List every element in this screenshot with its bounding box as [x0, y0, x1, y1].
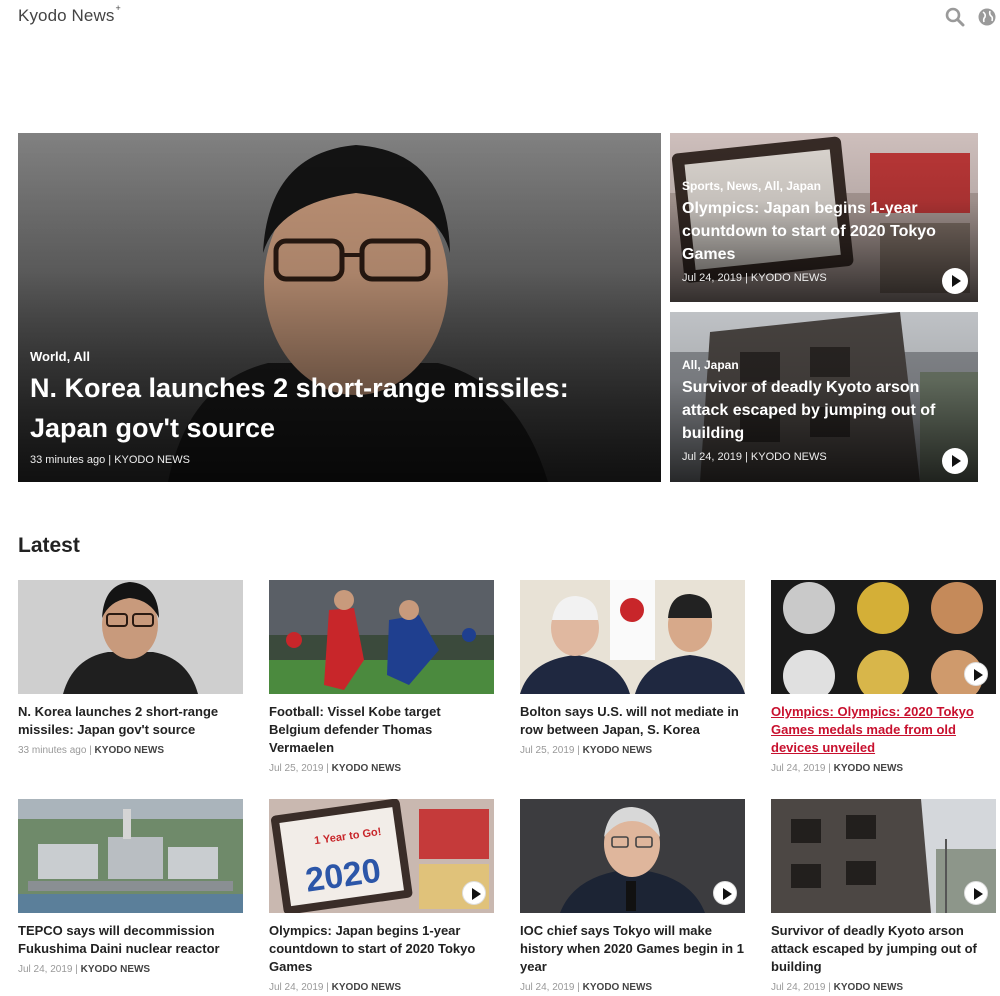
globe-icon[interactable] — [977, 7, 997, 27]
latest-card[interactable]: IOC chief says Tokyo will make history w… — [520, 799, 745, 993]
latest-card[interactable]: Football: Vissel Kobe target Belgium def… — [269, 580, 494, 774]
story-categories[interactable]: All, Japan — [682, 358, 964, 372]
latest-thumbnail[interactable] — [18, 580, 243, 694]
play-icon[interactable] — [942, 268, 968, 294]
latest-meta: 33 minutes ago | KYODO NEWS — [18, 745, 164, 756]
story-headline[interactable]: N. Korea launches 2 short-range missiles… — [30, 368, 647, 448]
play-icon[interactable] — [964, 662, 988, 686]
story-categories[interactable]: Sports, News, All, Japan — [682, 179, 964, 193]
latest-headline[interactable]: IOC chief says Tokyo will make history w… — [520, 922, 745, 976]
latest-heading: Latest — [18, 534, 80, 557]
latest-meta: Jul 25, 2019 | KYODO NEWS — [520, 745, 653, 756]
latest-thumbnail[interactable] — [771, 580, 996, 694]
latest-headline[interactable]: Football: Vissel Kobe target Belgium def… — [269, 703, 494, 757]
search-icon[interactable] — [945, 7, 965, 27]
site-header: Kyodo News+ — [0, 0, 1000, 34]
latest-headline[interactable]: N. Korea launches 2 short-range missiles… — [18, 703, 243, 739]
latest-card[interactable]: Survivor of deadly Kyoto arson attack es… — [771, 799, 996, 993]
latest-meta: Jul 24, 2019 | KYODO NEWS — [18, 964, 151, 975]
latest-card[interactable]: Bolton says U.S. will not mediate in row… — [520, 580, 745, 756]
latest-headline[interactable]: TEPCO says will decommission Fukushima D… — [18, 922, 243, 958]
play-icon[interactable] — [964, 881, 988, 905]
site-logo[interactable]: Kyodo News+ — [18, 3, 121, 26]
latest-meta: Jul 24, 2019 | KYODO NEWS — [771, 982, 904, 993]
latest-headline[interactable]: Olympics: Olympics: 2020 Tokyo Games med… — [771, 703, 996, 757]
latest-thumbnail[interactable] — [269, 580, 494, 694]
latest-card[interactable]: Olympics: Olympics: 2020 Tokyo Games med… — [771, 580, 996, 774]
latest-card[interactable]: N. Korea launches 2 short-range missiles… — [18, 580, 243, 756]
latest-thumbnail[interactable] — [520, 580, 745, 694]
story-headline[interactable]: Olympics: Japan begins 1-year countdown … — [682, 197, 964, 266]
latest-card[interactable]: TEPCO says will decommission Fukushima D… — [18, 799, 243, 975]
latest-meta: Jul 24, 2019 | KYODO NEWS — [771, 763, 904, 774]
story-meta: Jul 24, 2019 | KYODO NEWS — [682, 272, 827, 284]
latest-card[interactable]: 1 Year to Go! 2020 Olympics: Japan begins… — [269, 799, 494, 993]
story-categories[interactable]: World, All — [30, 349, 647, 364]
story-meta: 33 minutes ago | KYODO NEWS — [30, 454, 190, 466]
play-icon[interactable] — [942, 448, 968, 474]
latest-headline[interactable]: Survivor of deadly Kyoto arson attack es… — [771, 922, 996, 976]
latest-headline[interactable]: Olympics: Japan begins 1-year countdown … — [269, 922, 494, 976]
featured-main-story[interactable]: World, All N. Korea launches 2 short-ran… — [18, 133, 661, 482]
story-headline[interactable]: Survivor of deadly Kyoto arson attack es… — [682, 376, 964, 445]
latest-thumbnail[interactable] — [18, 799, 243, 913]
latest-thumbnail[interactable] — [771, 799, 996, 913]
latest-thumbnail[interactable] — [520, 799, 745, 913]
story-meta: Jul 24, 2019 | KYODO NEWS — [682, 451, 827, 463]
latest-meta: Jul 24, 2019 | KYODO NEWS — [520, 982, 653, 993]
latest-headline[interactable]: Bolton says U.S. will not mediate in row… — [520, 703, 745, 739]
featured-side-story[interactable]: All, Japan Survivor of deadly Kyoto arso… — [670, 312, 978, 482]
play-icon[interactable] — [713, 881, 737, 905]
latest-meta: Jul 24, 2019 | KYODO NEWS — [269, 982, 402, 993]
play-icon[interactable] — [462, 881, 486, 905]
latest-meta: Jul 25, 2019 | KYODO NEWS — [269, 763, 402, 774]
latest-thumbnail[interactable]: 1 Year to Go! 2020 — [269, 799, 494, 913]
featured-side-story[interactable]: Sports, News, All, Japan Olympics: Japan… — [670, 133, 978, 302]
